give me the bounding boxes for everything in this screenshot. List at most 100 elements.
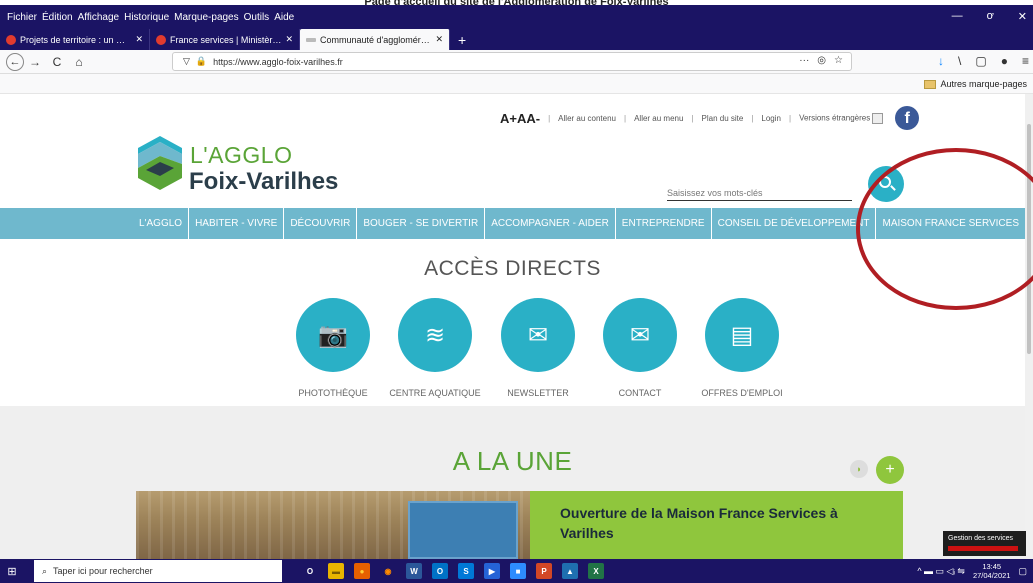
notification-icon[interactable]: ▢ xyxy=(1018,566,1027,577)
search-input[interactable]: Saisissez vos mots-clés xyxy=(667,182,852,201)
separator: | xyxy=(751,113,754,123)
news-card[interactable]: Ouverture de la Maison France Services à… xyxy=(530,491,903,559)
nav-item-maison-france-services[interactable]: MAISON FRANCE SERVICES xyxy=(875,208,1025,239)
close-window-button[interactable]: ✕ xyxy=(1018,10,1027,23)
taskbar: ⊞ ⌕ Taper ici pour rechercher O ▬ ● ◉ W O S ▶ ■ P… xyxy=(0,559,1033,583)
taskbar-app-icon[interactable]: ◉ xyxy=(380,563,396,579)
menu-edition[interactable]: Édition xyxy=(42,12,73,23)
direct-newsletter[interactable]: ✉ NEWSLETTER xyxy=(488,298,588,398)
account-icon[interactable]: ● xyxy=(1001,54,1008,68)
clock[interactable]: 13:45 27/04/2021 xyxy=(973,562,1011,580)
taskbar-app-icon[interactable]: ■ xyxy=(510,563,526,579)
facebook-icon[interactable]: f xyxy=(895,106,920,130)
taskbar-app-icon[interactable]: ▲ xyxy=(562,563,578,579)
taskbar-app-icon[interactable]: ▬ xyxy=(328,563,344,579)
logo-mark-icon xyxy=(138,136,182,190)
tab-france-services[interactable]: France services | Ministère de l ✕ xyxy=(150,29,300,50)
plus-icon[interactable]: + xyxy=(876,456,904,484)
taskbar-app-icon[interactable]: ▶ xyxy=(484,563,500,579)
shield-icon[interactable]: ▽ xyxy=(183,56,190,67)
scrollbar-thumb[interactable] xyxy=(1027,124,1031,354)
taskbar-search[interactable]: ⌕ Taper ici pour rechercher xyxy=(34,560,282,582)
minimize-button[interactable]: — xyxy=(952,10,963,23)
logo-line-2: Foix-Varilhes xyxy=(189,168,339,195)
link-plan-site[interactable]: Plan du site xyxy=(702,114,744,123)
direct-offres-emploi[interactable]: ▤ OFFRES D'EMPLOI xyxy=(692,298,792,398)
taskbar-app-icon[interactable]: X xyxy=(588,563,604,579)
other-bookmarks[interactable]: Autres marque-pages xyxy=(924,79,1027,89)
tab-label: France services | Ministère de l xyxy=(170,34,281,45)
tab-close-icon[interactable]: ✕ xyxy=(435,34,443,45)
menu-outils[interactable]: Outils xyxy=(244,12,270,23)
services-tooltip: Gestion des services xyxy=(943,531,1026,556)
nav-item-accompagner[interactable]: ACCOMPAGNER - AIDER xyxy=(484,208,615,239)
menu-marque-pages[interactable]: Marque-pages xyxy=(174,12,238,23)
home-button[interactable]: ⌂ xyxy=(68,55,90,69)
news-title[interactable]: Ouverture de la Maison France Services à… xyxy=(560,503,873,543)
menu-fichier[interactable]: Fichier xyxy=(7,12,37,23)
tab-bar: Projets de territoire : un mode ✕ France… xyxy=(0,29,1033,50)
windows-start-icon[interactable]: ⊞ xyxy=(2,565,22,578)
projection-screen xyxy=(408,501,518,559)
taskbar-app-icon[interactable]: O xyxy=(432,563,448,579)
toolbar-right: ↓ \ ▢ ● ≡ xyxy=(938,54,1029,68)
clock-time: 13:45 xyxy=(982,562,1002,571)
direct-phototheque[interactable]: 📷 PHOTOTHÈQUE xyxy=(283,298,383,398)
news-photo[interactable] xyxy=(136,491,530,559)
hamburger-menu-icon[interactable]: ≡ xyxy=(1022,54,1029,68)
link-versions-etrangeres[interactable]: Versions étrangères xyxy=(799,112,884,124)
menu-aide[interactable]: Aide xyxy=(274,12,294,23)
new-tab-button[interactable]: + xyxy=(450,29,474,50)
menu-items: Fichier Édition Affichage Historique Mar… xyxy=(0,12,294,23)
font-size-control[interactable]: A+AA- xyxy=(500,111,540,126)
system-tray: ^ ▬ ▭ ◁ᵢ ⇋ 13:45 27/04/2021 ▢ xyxy=(917,562,1027,580)
bookmark-star-icon[interactable]: ☆ xyxy=(834,55,843,66)
direct-centre-aquatique[interactable]: ≋ CENTRE AQUATIQUE xyxy=(385,298,485,398)
link-aller-menu[interactable]: Aller au menu xyxy=(634,114,683,123)
url-text[interactable]: https://www.agglo-foix-varilhes.fr xyxy=(213,57,343,67)
tab-agglomeration[interactable]: Communauté d'agglomération ✕ xyxy=(300,29,450,50)
direct-contact[interactable]: ✉ CONTACT xyxy=(590,298,690,398)
sidebar-icon[interactable]: ▢ xyxy=(975,54,986,68)
reload-button[interactable]: C xyxy=(46,55,68,69)
direct-label: CENTRE AQUATIQUE xyxy=(389,388,481,398)
taskbar-app-icon[interactable]: O xyxy=(302,563,318,579)
web-page: A+AA- | Aller au contenu | Aller au menu… xyxy=(0,94,1025,559)
main-navigation: L'AGGLO HABITER - VIVRE DÉCOUVRIR BOUGER… xyxy=(0,208,1025,239)
link-aller-contenu[interactable]: Aller au contenu xyxy=(558,114,616,123)
nav-item-agglo[interactable]: L'AGGLO xyxy=(133,208,188,239)
pocket-icon[interactable]: ◎ xyxy=(817,55,826,66)
nav-item-habiter-vivre[interactable]: HABITER - VIVRE xyxy=(188,208,283,239)
nav-item-entreprendre[interactable]: ENTREPRENDRE xyxy=(614,208,711,239)
tab-close-icon[interactable]: ✕ xyxy=(285,34,293,45)
forward-button[interactable]: → xyxy=(24,55,46,69)
tab-projets[interactable]: Projets de territoire : un mode ✕ xyxy=(0,29,150,50)
search-button[interactable] xyxy=(868,166,904,202)
tab-label: Projets de territoire : un mode xyxy=(20,34,132,45)
restore-button[interactable]: ơ xyxy=(987,10,994,23)
downloads-icon[interactable]: ↓ xyxy=(938,54,944,68)
nav-toolbar: ← → C ⌂ ▽ 🔒 https://www.agglo-foix-varil… xyxy=(0,50,1033,74)
direct-label: CONTACT xyxy=(618,388,662,398)
search-icon xyxy=(879,176,891,188)
library-icon[interactable]: \ xyxy=(958,54,961,68)
taskbar-app-icon[interactable]: S xyxy=(458,563,474,579)
page-actions-icon[interactable]: ··· xyxy=(799,55,809,66)
page-scrollbar[interactable] xyxy=(1025,94,1033,559)
taskbar-app-icon[interactable]: W xyxy=(406,563,422,579)
rss-icon[interactable]: ◗ xyxy=(850,460,868,478)
menu-affichage[interactable]: Affichage xyxy=(78,12,120,23)
nav-item-bouger[interactable]: BOUGER - SE DIVERTIR xyxy=(356,208,484,239)
menu-historique[interactable]: Historique xyxy=(124,12,169,23)
language-dropdown-icon[interactable] xyxy=(872,112,884,124)
back-button[interactable]: ← xyxy=(6,52,24,71)
tray-icons[interactable]: ^ ▬ ▭ ◁ᵢ ⇋ xyxy=(917,566,965,577)
nav-item-conseil[interactable]: CONSEIL DE DÉVELOPPEMENT xyxy=(710,208,876,239)
site-logo[interactable]: L'AGGLO Foix-Varilhes xyxy=(136,128,376,198)
tab-close-icon[interactable]: ✕ xyxy=(135,34,143,45)
url-bar[interactable]: ▽ 🔒 https://www.agglo-foix-varilhes.fr ·… xyxy=(172,52,852,71)
taskbar-app-icon[interactable]: P xyxy=(536,563,552,579)
nav-item-decouvrir[interactable]: DÉCOUVRIR xyxy=(283,208,356,239)
link-login[interactable]: Login xyxy=(761,114,781,123)
taskbar-app-icon[interactable]: ● xyxy=(354,563,370,579)
